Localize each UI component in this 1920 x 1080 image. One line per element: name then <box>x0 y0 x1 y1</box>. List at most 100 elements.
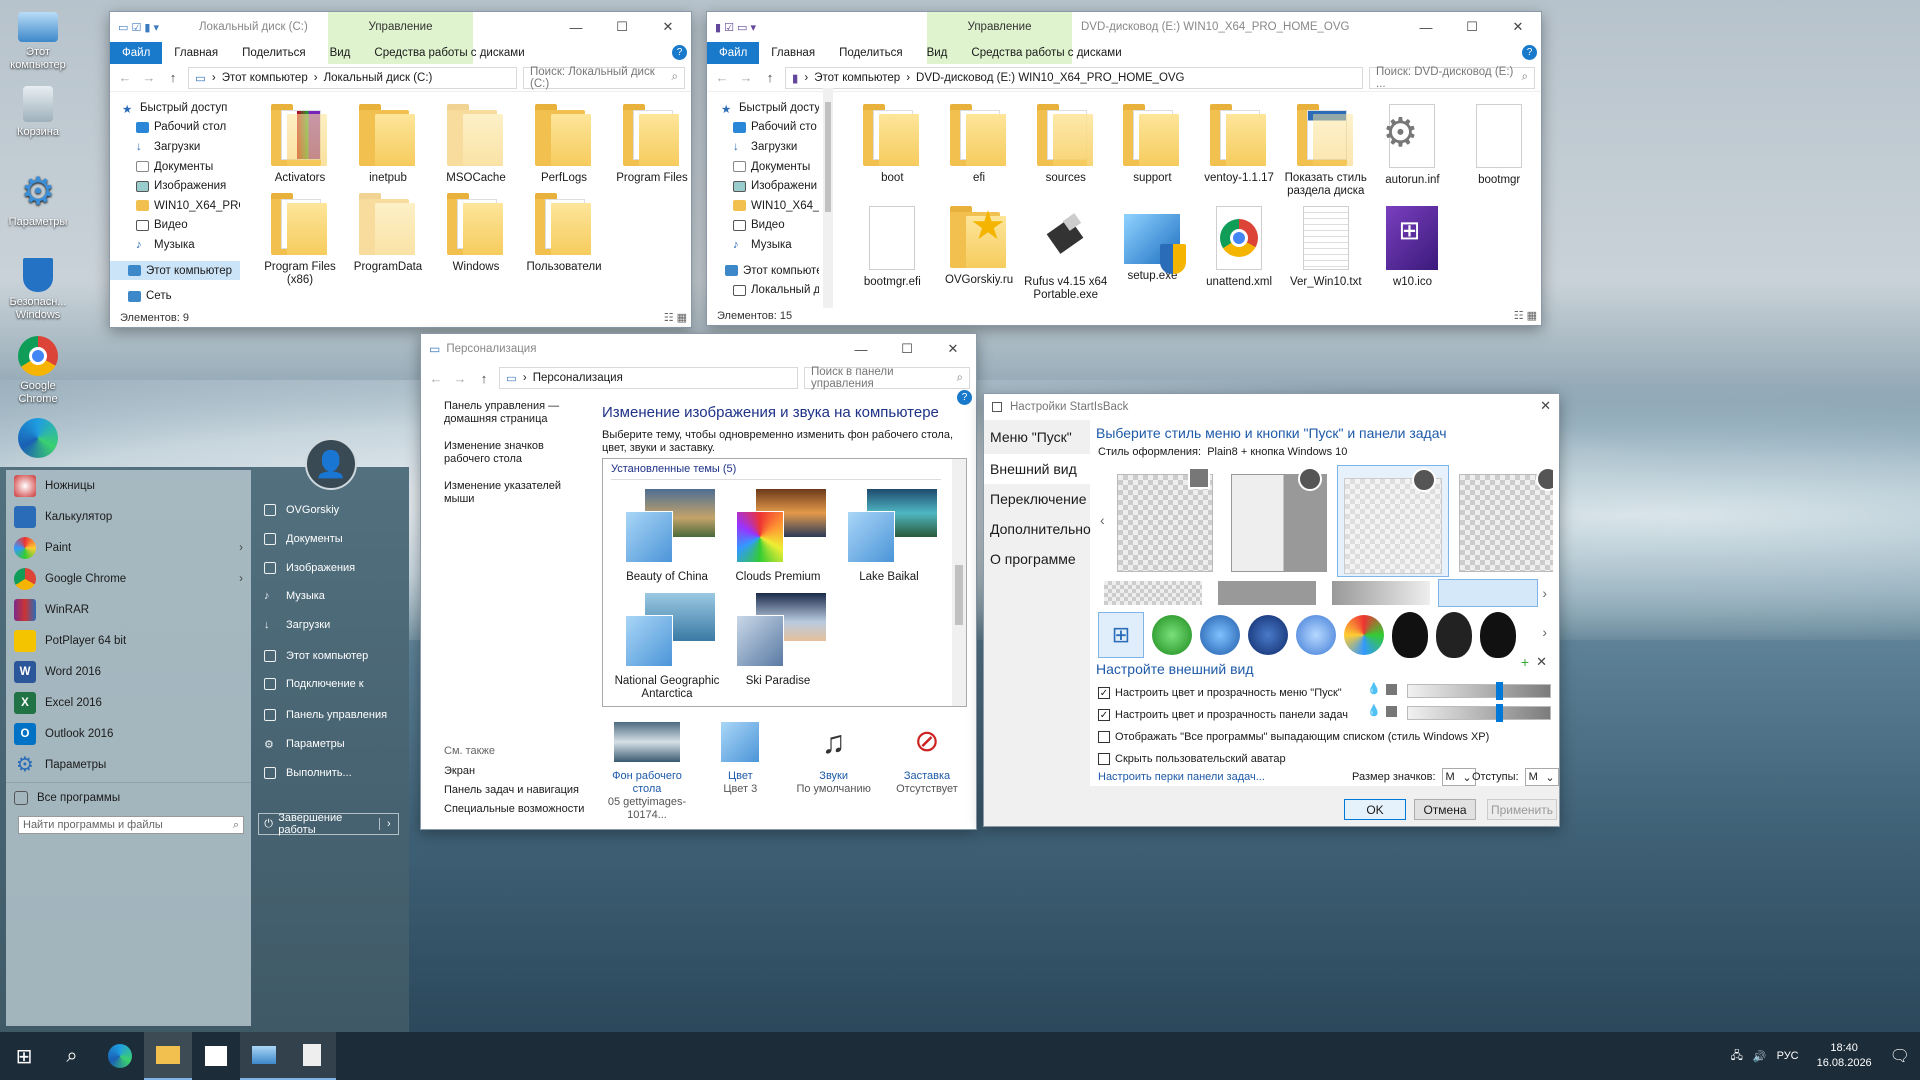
apply-button[interactable]: Применить <box>1487 799 1557 820</box>
title-bar[interactable]: ▭ Персонализация — ☐ ✕ <box>421 334 976 364</box>
startisback-settings-window[interactable]: Настройки StartIsBack ✕ Меню "Пуск" Внеш… <box>983 393 1560 827</box>
place-music[interactable]: ♪ Музыка <box>256 582 406 611</box>
navigation-pane[interactable]: ★ Быстрый доступ Рабочий сто ↓ Загрузки До… <box>707 98 819 300</box>
file-item[interactable]: unattend.xml <box>1196 200 1283 302</box>
search-button[interactable]: ⌕ <box>48 1032 96 1080</box>
add-icon[interactable]: + <box>1521 654 1529 670</box>
place-control-panel[interactable]: Панель управления <box>256 701 406 730</box>
close-button[interactable]: ✕ <box>1495 12 1541 42</box>
nav-folder-win10[interactable]: WIN10_X64_PRO <box>707 196 819 216</box>
app-snipping-tool[interactable]: Ножницы <box>6 470 251 501</box>
nav-videos[interactable]: Видео <box>707 216 819 236</box>
start-search-input[interactable]: Найти программы и файлы ⌕ <box>18 816 244 834</box>
back-arrow-icon[interactable]: ← <box>713 70 731 85</box>
back-arrow-icon[interactable]: ← <box>116 70 134 85</box>
desktop-icon-edge[interactable] <box>0 418 76 462</box>
taskbar-style-option[interactable] <box>1218 581 1316 605</box>
app-winrar[interactable]: WinRAR <box>6 594 251 625</box>
desktop-background-setting[interactable]: Фон рабочего стола 05 gettyimages-10174..… <box>602 722 692 822</box>
breadcrumb-drive[interactable]: DVD-дисковод (E:) WIN10_X64_PRO_HOME_OVG <box>916 72 1184 84</box>
link-control-panel-home[interactable]: Панель управления — домашняя страница <box>444 400 584 426</box>
chevron-right-icon[interactable]: › <box>239 542 243 554</box>
file-item[interactable]: Windows <box>432 187 520 287</box>
start-button-option[interactable] <box>1200 615 1240 655</box>
checkbox-unchecked[interactable] <box>1098 731 1110 743</box>
tab-share[interactable]: Поделиться <box>827 42 915 64</box>
taskbar-style-option-selected[interactable] <box>1438 579 1538 607</box>
link-display[interactable]: Экран <box>444 765 584 778</box>
start-button-option[interactable] <box>1248 615 1288 655</box>
start-button[interactable]: ⊞ <box>0 1032 48 1080</box>
nav-pictures[interactable]: Изображени <box>707 176 819 196</box>
desktop-icon-recycle-bin[interactable]: Корзина <box>0 86 76 139</box>
minimize-button[interactable]: — <box>1403 12 1449 42</box>
checkbox-checked[interactable]: ✓ <box>1098 709 1110 721</box>
nav-this-pc[interactable]: Этот компьютер <box>110 260 240 281</box>
place-user[interactable]: OVGorskiy <box>256 496 406 525</box>
tab-file[interactable]: Файл <box>110 42 163 64</box>
style-option-selected[interactable] <box>1337 465 1449 577</box>
minimize-button[interactable]: — <box>553 12 599 42</box>
place-settings[interactable]: ⚙ Параметры <box>256 730 406 759</box>
taskbar-startisback[interactable] <box>288 1032 336 1080</box>
nav-downloads[interactable]: ↓ Загрузки <box>110 137 240 157</box>
app-potplayer[interactable]: PotPlayer 64 bit <box>6 625 251 656</box>
nav-videos[interactable]: Видео <box>110 216 240 236</box>
app-settings[interactable]: ⚙ Параметры <box>6 749 251 780</box>
tab-view[interactable]: Вид <box>915 42 960 64</box>
nav-desktop[interactable]: Рабочий стол <box>110 118 240 138</box>
navigation-pane[interactable]: ★ Быстрый доступ Рабочий стол ↓ Загрузки Д… <box>110 98 240 306</box>
next-arrow-icon[interactable]: › <box>1542 585 1547 601</box>
taskbar-explorer[interactable] <box>144 1032 192 1080</box>
link-taskbar[interactable]: Панель задач и навигация <box>444 784 584 797</box>
desktop-icon-settings[interactable]: ⚙ Параметры <box>0 172 76 229</box>
prev-arrow-icon[interactable]: ‹ <box>1100 512 1105 528</box>
file-item[interactable]: ★ OVGorskiy.ru <box>936 200 1023 302</box>
tab-file[interactable]: Файл <box>707 42 760 64</box>
scrollbar[interactable] <box>823 88 833 308</box>
desktop-icon-this-pc[interactable]: Этот компьютер <box>0 6 76 72</box>
place-run[interactable]: Выполнить... <box>256 758 406 787</box>
file-item[interactable]: ⚙ autorun.inf <box>1369 98 1456 198</box>
file-item[interactable]: ProgramData <box>344 187 432 287</box>
notifications-icon[interactable]: 🗨 <box>1890 1046 1910 1066</box>
check-row[interactable]: Скрыть пользовательский аватар <box>1098 748 1538 770</box>
file-item[interactable]: Activators <box>256 98 344 185</box>
next-arrow-icon[interactable]: › <box>1542 624 1547 640</box>
file-item[interactable]: support <box>1109 98 1196 198</box>
close-button[interactable]: ✕ <box>930 334 976 364</box>
nav-pictures[interactable]: Изображения <box>110 176 240 196</box>
nav-downloads[interactable]: ↓ Загрузки <box>707 137 819 157</box>
all-programs-button[interactable]: Все программы <box>6 782 251 813</box>
forward-arrow-icon[interactable]: → <box>140 70 158 85</box>
up-arrow-icon[interactable]: ↑ <box>475 371 493 386</box>
app-outlook[interactable]: O Outlook 2016 <box>6 718 251 749</box>
style-option[interactable] <box>1117 467 1213 572</box>
title-bar[interactable]: ▭ ☑ ▮ ▾ Локальный диск (C:) — ☐ ✕ <box>110 12 691 42</box>
color-swatch[interactable] <box>1386 706 1397 717</box>
taskbar-store[interactable] <box>192 1032 240 1080</box>
taskbar-edge[interactable] <box>96 1032 144 1080</box>
theme-list[interactable]: Установленные темы (5) Beauty of China C… <box>602 458 967 707</box>
theme-natgeo-antarctica[interactable]: National Geographic Antarctica <box>611 593 723 701</box>
file-item[interactable]: bootmgr <box>1456 98 1543 198</box>
search-input[interactable]: Поиск: DVD-дисковод (E:) ... ⌕ <box>1369 66 1535 90</box>
start-menu[interactable]: Ножницы Калькулятор Paint › Google Chrome… <box>0 438 409 1032</box>
personalization-window[interactable]: ▭ Персонализация — ☐ ✕ ← → ↑ ▭ › Персонализа… <box>420 333 977 830</box>
remove-icon[interactable]: ✕ <box>1536 654 1547 670</box>
breadcrumb-drive[interactable]: Локальный диск (C:) <box>324 72 433 84</box>
language-indicator[interactable]: РУС <box>1777 1050 1799 1062</box>
theme-lake-baikal[interactable]: Lake Baikal <box>833 489 945 584</box>
taskbar-transparency-slider[interactable] <box>1407 704 1551 722</box>
cancel-button[interactable]: Отмена <box>1414 799 1476 820</box>
file-item[interactable]: Program Files (x86) <box>256 187 344 287</box>
up-arrow-icon[interactable]: ↑ <box>164 70 182 85</box>
nav-appearance[interactable]: Внешний вид <box>984 454 1090 484</box>
nav-quick-access[interactable]: ★ Быстрый доступ <box>110 98 240 118</box>
search-input[interactable]: Поиск в панели управления ⌕ <box>804 366 970 390</box>
place-pictures[interactable]: Изображения <box>256 553 406 582</box>
start-button-option[interactable] <box>1392 612 1428 658</box>
maximize-button[interactable]: ☐ <box>884 334 930 364</box>
view-toggle-icon[interactable]: ☷ ▦ <box>1514 309 1537 322</box>
taskbar-perks-link[interactable]: Настроить перки панели задач... <box>1098 771 1265 783</box>
